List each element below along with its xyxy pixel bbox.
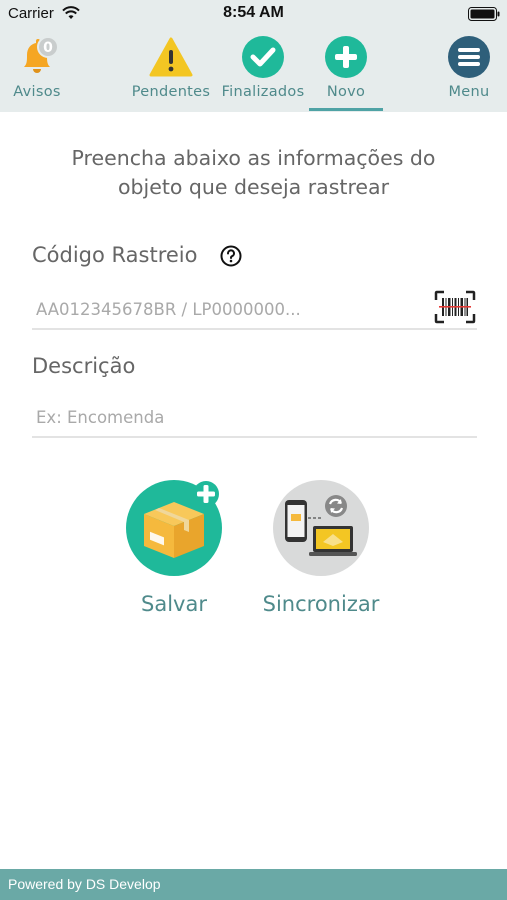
footer: Powered by DS Develop <box>0 869 507 900</box>
clock-label: 8:54 AM <box>223 4 284 21</box>
description-input[interactable] <box>32 398 477 438</box>
intro-line-2: objeto que deseja rastrear <box>117 175 390 199</box>
hamburger-menu-icon <box>448 36 490 78</box>
bell-icon: 0 <box>24 36 59 73</box>
battery-icon <box>468 7 500 21</box>
save-button-circle <box>126 480 222 576</box>
check-circle-icon <box>242 36 284 78</box>
nav-label-menu: Menu <box>448 84 490 100</box>
nav-label-finalizados: Finalizados <box>221 84 305 100</box>
nav-item-avisos[interactable]: 0 Avisos <box>2 28 72 112</box>
tracking-code-label: Código Rastreio <box>32 243 198 267</box>
sync-label: Sincronizar <box>262 592 380 616</box>
nav-label-avisos: Avisos <box>13 84 61 100</box>
active-tab-indicator <box>309 108 383 111</box>
nav-item-pendentes[interactable]: Pendentes <box>128 28 214 112</box>
help-icon[interactable] <box>220 245 242 267</box>
package-add-icon <box>144 481 219 558</box>
top-navigation: 0 Avisos Pendentes Finalizados Novo Menu <box>0 28 507 112</box>
footer-credit: Powered by DS Develop <box>8 876 161 892</box>
intro-line-1: Preencha abaixo as informações do <box>71 146 436 170</box>
description-label: Descrição <box>32 354 136 378</box>
warning-icon <box>149 37 193 77</box>
avisos-badge: 0 <box>43 40 53 56</box>
save-button[interactable]: Salvar <box>110 480 238 616</box>
sync-devices-icon <box>285 495 357 556</box>
form-intro: Preencha abaixo as informações do objeto… <box>30 144 477 202</box>
barcode-scan-icon[interactable] <box>434 290 476 324</box>
plus-circle-icon <box>325 36 367 78</box>
sync-button-circle <box>273 480 369 576</box>
nav-label-pendentes: Pendentes <box>131 84 211 100</box>
nav-label-novo: Novo <box>326 84 366 100</box>
nav-item-novo[interactable]: Novo <box>309 28 383 112</box>
save-label: Salvar <box>141 592 207 616</box>
tracking-code-input[interactable] <box>32 290 477 330</box>
nav-item-finalizados[interactable]: Finalizados <box>216 28 310 112</box>
nav-item-menu[interactable]: Menu <box>436 28 502 112</box>
sync-button[interactable]: Sincronizar <box>255 480 387 616</box>
status-bar: Carrier 8:54 AM <box>0 0 507 28</box>
